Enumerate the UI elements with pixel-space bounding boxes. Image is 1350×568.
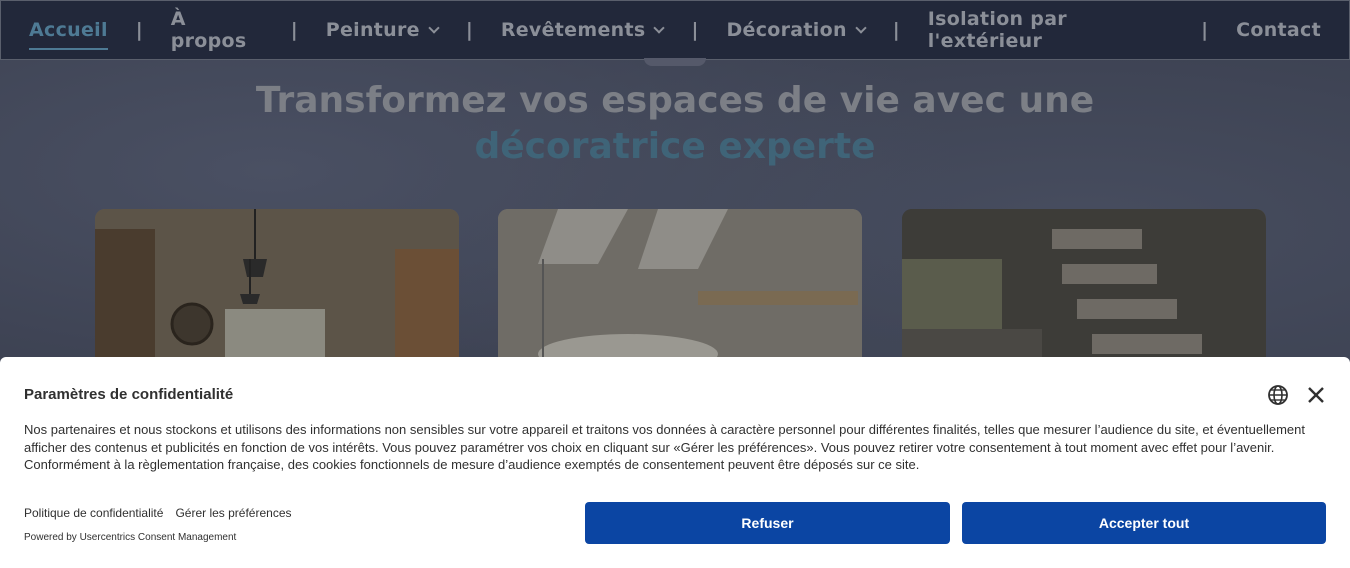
refuse-button[interactable]: Refuser (585, 502, 950, 544)
consent-icons (1266, 383, 1328, 407)
consent-title: Paramètres de confidentialité (24, 386, 234, 403)
powered-by-text: Powered by Usercentrics Consent Manageme… (24, 532, 237, 543)
consent-links: Politique de confidentialité Gérer les p… (24, 506, 292, 520)
close-icon[interactable] (1304, 383, 1328, 407)
manage-preferences-link[interactable]: Gérer les préférences (175, 506, 291, 520)
globe-icon[interactable] (1266, 383, 1290, 407)
accept-all-button[interactable]: Accepter tout (962, 502, 1326, 544)
consent-body: Nos partenaires et nous stockons et util… (24, 422, 1305, 472)
privacy-policy-link[interactable]: Politique de confidentialité (24, 506, 163, 520)
consent-banner: Paramètres de confidentialité Nos parten… (0, 357, 1350, 568)
